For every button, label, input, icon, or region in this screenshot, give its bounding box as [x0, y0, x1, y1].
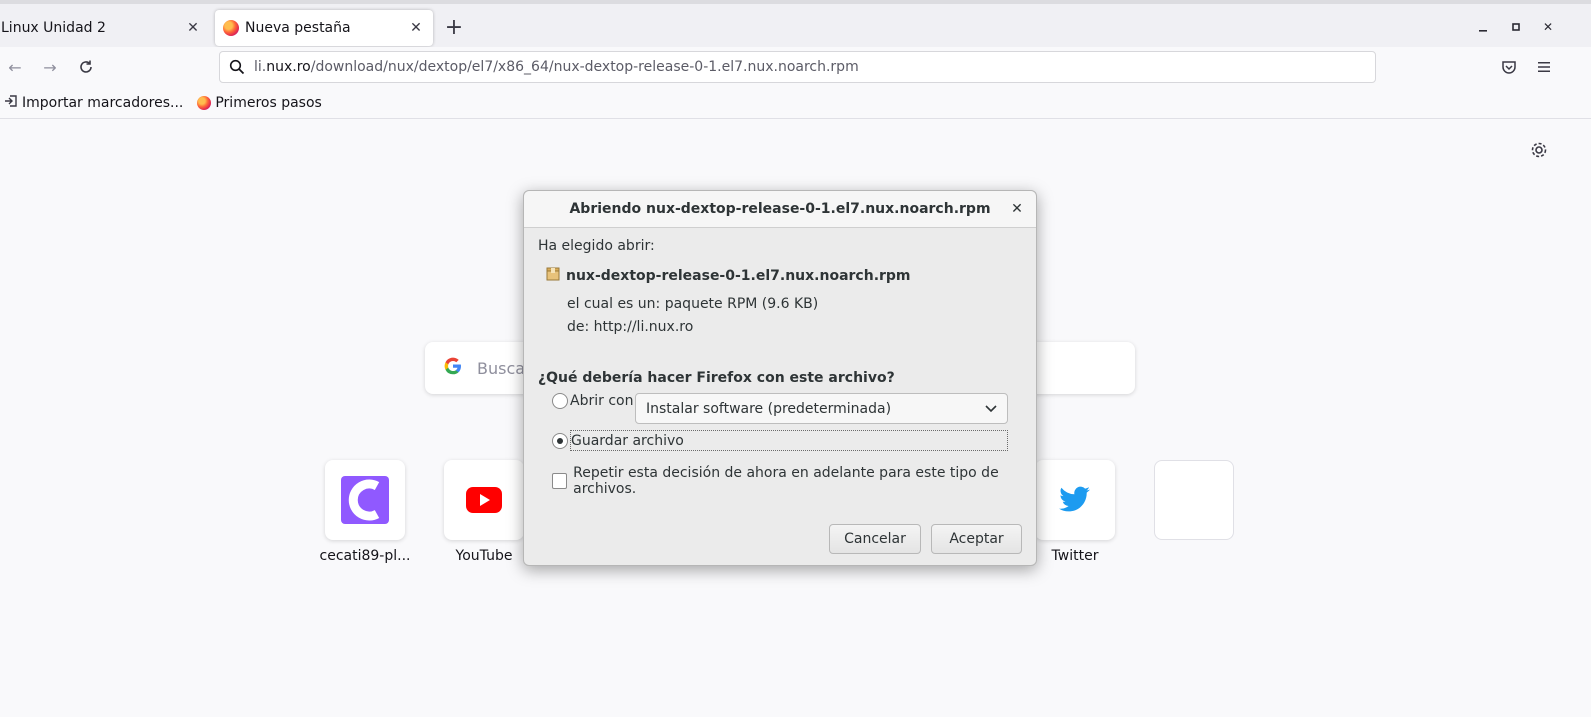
open-with-label: Abrir con: [570, 393, 634, 409]
chevron-down-icon: [985, 401, 997, 417]
cecati-icon: [341, 476, 389, 524]
tile-icon-box: [325, 460, 405, 540]
selected-app: Instalar software (predeterminada): [646, 400, 892, 417]
forward-button[interactable]: →: [38, 55, 62, 79]
save-file-label: Guardar archivo: [570, 430, 1008, 451]
open-with-radio[interactable]: Abrir con: [552, 393, 633, 409]
forward-arrow-icon: →: [43, 57, 57, 77]
file-name: nux-dextop-release-0-1.el7.nux.noarch.rp…: [566, 268, 911, 284]
file-row: nux-dextop-release-0-1.el7.nux.noarch.rp…: [546, 267, 911, 285]
tab-strip: Linux Unidad 2 ✕ Nueva pestaña ✕ + ✕: [0, 0, 1591, 47]
back-button[interactable]: ←: [3, 55, 27, 79]
hamburger-menu-icon[interactable]: [1532, 55, 1556, 79]
import-icon: [4, 94, 18, 112]
open-with-select[interactable]: Instalar software (predeterminada): [635, 393, 1008, 424]
dialog-question: ¿Qué debería hacer Firefox con este arch…: [538, 370, 895, 386]
close-icon: ✕: [1542, 20, 1554, 34]
close-window-button[interactable]: ✕: [1537, 16, 1559, 38]
radio-button[interactable]: [552, 432, 568, 449]
save-file-radio[interactable]: Guardar archivo: [552, 430, 1008, 451]
reload-button[interactable]: [74, 55, 98, 79]
new-tab-button[interactable]: +: [442, 14, 466, 40]
dialog-header: Abriendo nux-dextop-release-0-1.el7.nux.…: [524, 191, 1036, 228]
package-icon: [546, 267, 560, 285]
maximize-icon: [1512, 23, 1520, 31]
bookmark-label: Primeros pasos: [215, 94, 322, 111]
close-icon[interactable]: ✕: [182, 17, 204, 39]
google-icon: [443, 356, 463, 380]
pocket-icon[interactable]: [1497, 55, 1521, 79]
url-path: /download/nux/dextop/el7/x86_64/nux-dext…: [310, 59, 859, 75]
tab-linux-unidad-2[interactable]: Linux Unidad 2 ✕: [0, 10, 210, 46]
twitter-icon: [1059, 486, 1090, 512]
checkbox[interactable]: [552, 473, 568, 489]
url-host: nux.ro: [266, 59, 311, 75]
close-icon[interactable]: ✕: [1008, 200, 1026, 218]
plus-icon: +: [444, 14, 464, 40]
download-dialog: Abriendo nux-dextop-release-0-1.el7.nux.…: [523, 190, 1037, 566]
bookmarks-toolbar: Importar marcadores... Primeros pasos: [0, 87, 1591, 119]
bookmark-label: Importar marcadores...: [22, 94, 184, 111]
search-icon: [220, 59, 254, 75]
radio-button[interactable]: [552, 393, 568, 409]
reload-icon: [80, 60, 92, 73]
youtube-icon: [466, 487, 502, 513]
tile-icon-box: [1154, 460, 1234, 540]
tile-icon-box: [1035, 460, 1115, 540]
remember-label: Repetir esta decisión de ahora en adelan…: [573, 465, 999, 497]
tab-title: Linux Unidad 2: [1, 20, 106, 36]
file-source: de: http://li.nux.ro: [567, 319, 694, 335]
chosen-label: Ha elegido abrir:: [538, 238, 655, 254]
tab-title: Nueva pestaña: [245, 20, 351, 36]
gear-icon[interactable]: [1529, 140, 1549, 160]
tab-nueva-pestana[interactable]: Nueva pestaña ✕: [215, 10, 433, 46]
minimize-button[interactable]: [1472, 16, 1494, 38]
bookmark-primeros-pasos[interactable]: Primeros pasos: [197, 94, 322, 111]
firefox-icon: [197, 95, 212, 110]
back-arrow-icon: ←: [8, 57, 22, 77]
accept-button[interactable]: Aceptar: [931, 524, 1022, 554]
remember-choice-checkbox[interactable]: Repetir esta decisión de ahora en adelan…: [552, 465, 1036, 497]
url-bar[interactable]: li. nux.ro/download/nux/dextop/el7/x86_64…: [219, 51, 1376, 83]
close-icon[interactable]: ✕: [405, 17, 427, 39]
file-type: el cual es un: paquete RPM (9.6 KB): [567, 296, 819, 312]
minimize-icon: [1479, 30, 1487, 32]
tile-label: cecati89-pl...: [319, 548, 411, 564]
cancel-button[interactable]: Cancelar: [829, 524, 921, 554]
maximize-button[interactable]: [1505, 16, 1527, 38]
top-site-tile-empty[interactable]: [1134, 460, 1254, 540]
tile-icon-box: [444, 460, 524, 540]
bookmark-importar-marcadores[interactable]: Importar marcadores...: [4, 94, 183, 112]
firefox-icon: [223, 20, 239, 36]
dialog-title: Abriendo nux-dextop-release-0-1.el7.nux.…: [569, 201, 991, 217]
top-site-tile[interactable]: cecati89-pl...: [305, 460, 425, 564]
nav-bar: ← → li. nux.ro/download/nux/dextop/el7/x8…: [0, 47, 1591, 87]
url-prefix: li.: [254, 59, 267, 75]
